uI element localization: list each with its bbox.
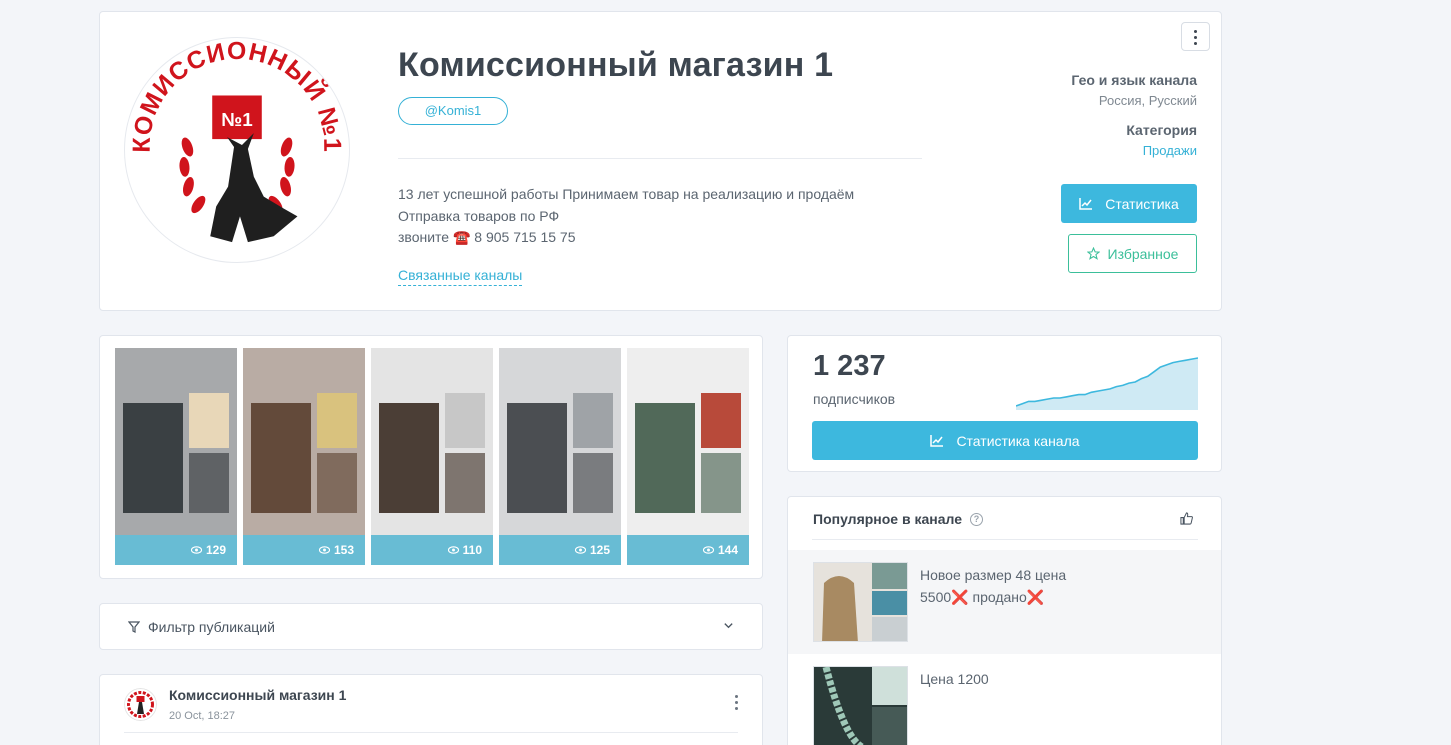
popular-in-channel-card: Популярное в канале ? Новое размер 48 це… [787, 496, 1222, 745]
page-title: Комиссионный магазин 1 [398, 46, 834, 84]
view-count: 144 [627, 535, 749, 565]
subscriber-trend-chart [1016, 357, 1198, 410]
publication-filter[interactable]: Фильтр публикаций [99, 603, 763, 650]
chart-line-icon [1079, 197, 1093, 210]
chevron-down-icon[interactable] [723, 620, 734, 631]
eye-icon [574, 546, 586, 554]
subscriber-count: 1 237 [813, 350, 886, 382]
post-author[interactable]: Комиссионный магазин 1 [169, 687, 346, 703]
filter-icon [128, 621, 140, 633]
chart-line-icon [930, 434, 944, 447]
channel-description: 13 лет успешной работы Принимаем товар н… [398, 184, 918, 249]
favorite-button[interactable]: Избранное [1068, 234, 1197, 273]
eye-icon [318, 546, 330, 554]
divider [812, 539, 1198, 540]
popular-title: Популярное в канале [813, 511, 962, 527]
view-count: 110 [371, 535, 493, 565]
sparkline-area [1016, 358, 1198, 410]
linked-channels-link[interactable]: Связанные каналы [398, 267, 523, 286]
view-count-value: 125 [589, 543, 610, 557]
subscriber-label: подписчиков [813, 391, 896, 407]
avatar[interactable] [124, 688, 157, 721]
popular-item-status: продано [972, 589, 1027, 605]
divider [124, 732, 738, 733]
gallery-thumbnail[interactable]: 110 [371, 348, 493, 565]
cross-mark-icon: ❌ [951, 589, 969, 605]
eye-icon [447, 546, 459, 554]
statistics-button[interactable]: Статистика [1061, 184, 1197, 223]
description-line: Отправка товаров по РФ [398, 207, 560, 224]
gallery-image [371, 348, 493, 535]
more-options-button[interactable] [1181, 22, 1210, 51]
view-count-value: 129 [205, 543, 226, 557]
popular-item-thumbnail [813, 562, 908, 642]
post-date: 20 Oct, 18:27 [169, 710, 236, 722]
view-count: 129 [115, 535, 237, 565]
gallery-image [627, 348, 749, 535]
popular-item[interactable]: Цена 1200 [788, 654, 1221, 745]
gallery-thumbnail[interactable]: 125 [499, 348, 621, 565]
kebab-icon [1194, 30, 1197, 45]
post-card: Комиссионный магазин 1 20 Oct, 18:27 [99, 674, 763, 745]
view-count-value: 110 [462, 543, 482, 557]
favorite-button-label: Избранное [1107, 245, 1179, 262]
popular-item-text: Новое размер 48 цена [920, 567, 1067, 583]
channel-statistics-label: Статистика канала [956, 432, 1080, 449]
eye-icon [190, 546, 202, 554]
view-count: 125 [499, 535, 621, 565]
subscribers-card: 1 237 подписчиков Статистика канала [787, 335, 1222, 472]
geo-label: Гео и язык канала [1071, 72, 1197, 88]
description-line: 13 лет успешной работы Принимаем товар н… [398, 186, 855, 202]
view-count-value: 153 [333, 543, 354, 557]
channel-header-card: КОМИССИОННЫЙ №1 №1 Комиссионный магазин … [99, 11, 1222, 311]
channel-statistics-button[interactable]: Статистика канала [812, 421, 1198, 460]
gallery-image [243, 348, 365, 535]
description-line: звоните ☎️ 8 905 715 15 75 [398, 229, 576, 245]
channel-logo: КОМИССИОННЫЙ №1 №1 [124, 37, 350, 263]
view-count-value: 144 [717, 543, 738, 557]
channel-avatar-image [124, 688, 157, 721]
popular-item-thumbnail [813, 666, 908, 745]
divider [398, 158, 922, 159]
gallery-image [115, 348, 237, 535]
svg-text:№1: №1 [221, 109, 252, 130]
star-icon [1086, 247, 1100, 260]
category-label: Категория [1126, 122, 1197, 138]
popular-item-text: Цена 1200 [920, 671, 989, 687]
gallery-thumbnail[interactable]: 129 [115, 348, 237, 565]
filter-label: Фильтр публикаций [148, 619, 275, 635]
gallery-thumbnail[interactable]: 144 [627, 348, 749, 565]
eye-icon [702, 546, 714, 554]
geo-value: Россия, Русский [1098, 93, 1197, 108]
channel-logo-image: КОМИССИОННЫЙ №1 №1 [129, 38, 344, 243]
gallery-thumbnail[interactable]: 153 [243, 348, 365, 565]
thumbs-up-icon[interactable] [1180, 512, 1193, 525]
category-link[interactable]: Продажи [1143, 143, 1197, 158]
media-gallery-card: 129 153 110 125 144 [99, 335, 763, 579]
gallery-image [499, 348, 621, 535]
popular-item-price: 5500 [920, 589, 952, 605]
channel-handle-link[interactable]: @Komis1 [398, 97, 508, 125]
statistics-button-label: Статистика [1105, 195, 1179, 212]
post-menu-kebab-icon[interactable] [735, 695, 738, 713]
help-icon[interactable]: ? [970, 512, 983, 526]
cross-mark-icon: ❌ [1026, 589, 1045, 605]
view-count: 153 [243, 535, 365, 565]
popular-item[interactable]: Новое размер 48 цена 5500❌ продано❌ [788, 550, 1221, 654]
